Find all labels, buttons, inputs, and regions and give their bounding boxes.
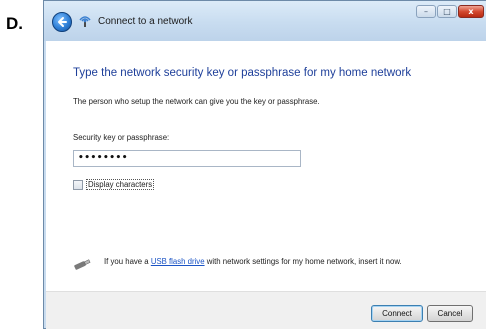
close-button[interactable]: x [458,5,484,18]
display-characters-label[interactable]: Display characters [86,179,155,190]
minimize-button[interactable]: – [416,5,436,18]
back-arrow-icon [58,17,67,27]
connect-button[interactable]: Connect [371,305,423,322]
display-characters-row[interactable]: Display characters [73,179,155,190]
network-icon [79,16,91,27]
page-heading: Type the network security key or passphr… [73,67,412,79]
connect-network-window: Connect to a network – □ x Type the netw… [43,0,486,329]
caption-buttons: – □ x [416,5,484,18]
close-icon: x [468,7,474,16]
window-title: Connect to a network [98,16,193,27]
display-characters-checkbox[interactable] [73,179,83,190]
usb-drive-icon [74,259,91,270]
usb-text-before: If you have a [104,257,151,266]
minimize-icon: – [424,7,428,16]
button-bar: Connect Cancel [46,291,486,329]
cancel-button[interactable]: Cancel [427,305,473,322]
back-button[interactable] [52,12,72,32]
maximize-icon: □ [443,7,451,16]
security-key-input[interactable]: •••••••• [73,150,301,167]
description-text: The person who setup the network can giv… [73,97,320,106]
title-bar: Connect to a network – □ x [44,1,486,41]
figure-label: D. [6,14,23,33]
security-key-label: Security key or passphrase: [73,133,170,142]
dialog-content: Type the network security key or passphr… [46,41,486,291]
usb-text-after: with network settings for my home networ… [204,257,402,266]
usb-instruction-text: If you have a USB flash drive with netwo… [104,257,434,267]
usb-flash-drive-link[interactable]: USB flash drive [151,257,205,266]
maximize-button[interactable]: □ [437,5,457,18]
